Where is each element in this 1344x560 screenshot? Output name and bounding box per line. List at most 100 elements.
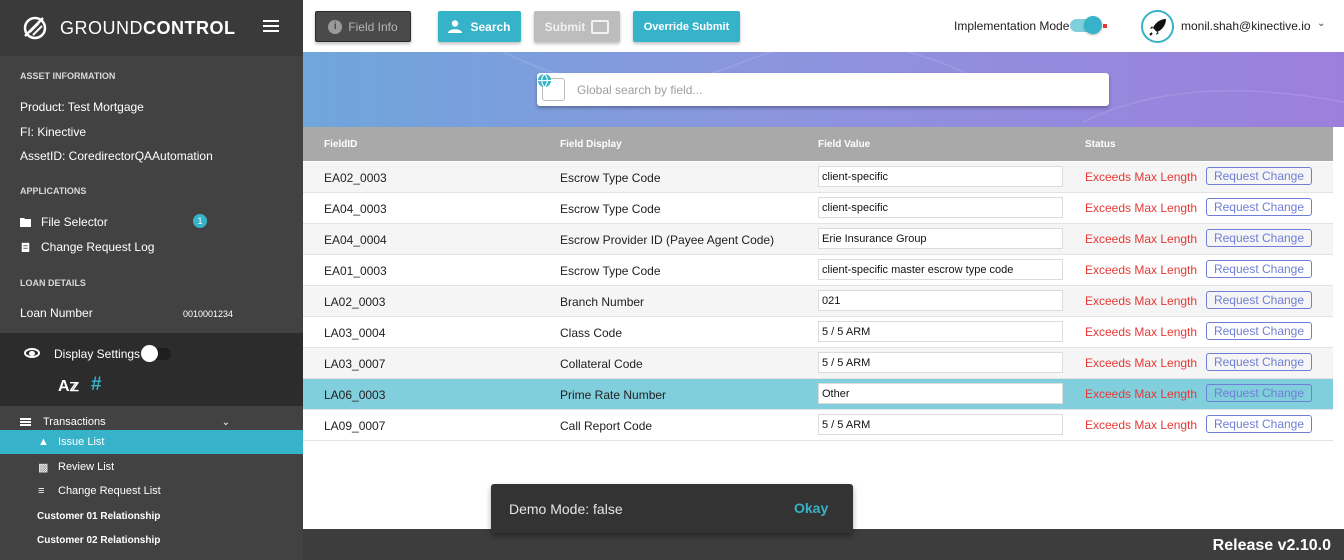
- global-search-input[interactable]: [577, 82, 1077, 97]
- status-text: Exceeds Max Length: [1085, 387, 1198, 401]
- sidebar-item-label: Issue List: [58, 436, 105, 448]
- table-row[interactable]: EA01_0003 Escrow Type Code client-specif…: [303, 255, 1333, 286]
- request-change-button[interactable]: Request Change: [1206, 260, 1312, 278]
- submit-arrow-icon: [591, 19, 610, 34]
- sidebar-item-file-selector[interactable]: File Selector: [20, 215, 108, 229]
- field-id: LA09_0007: [324, 419, 386, 433]
- table-row[interactable]: LA02_0003 Branch Number 021 Exceeds Max …: [303, 286, 1333, 317]
- field-value-input[interactable]: client-specific: [818, 197, 1063, 218]
- status-text: Exceeds Max Length: [1085, 325, 1198, 339]
- hash-icon[interactable]: #: [91, 374, 102, 396]
- loan-number-value: 0010001234: [183, 309, 234, 319]
- transactions-header[interactable]: Transactions ⌄: [20, 416, 230, 428]
- field-value-input[interactable]: 021: [818, 290, 1063, 311]
- field-id: EA04_0003: [324, 202, 387, 216]
- column-header: Field Display: [560, 139, 622, 150]
- global-search-box[interactable]: [537, 73, 1109, 106]
- field-display: Class Code: [560, 326, 623, 340]
- override-submit-label: Override Submit: [643, 20, 730, 33]
- request-change-button[interactable]: Request Change: [1206, 229, 1312, 247]
- user-email[interactable]: monil.shah@kinective.io: [1181, 19, 1311, 33]
- search-button[interactable]: Search: [438, 11, 521, 42]
- implementation-mode-toggle[interactable]: [1070, 16, 1107, 34]
- sort-az-icon[interactable]: A𝕫: [58, 376, 79, 396]
- loan-number-label: Loan Number: [20, 306, 93, 320]
- user-icon: [448, 20, 463, 33]
- snackbar-okay-button[interactable]: Okay: [794, 500, 828, 516]
- field-value-input[interactable]: client-specific: [818, 166, 1063, 187]
- request-change-button[interactable]: Request Change: [1206, 384, 1312, 402]
- table-row[interactable]: EA04_0004 Escrow Provider ID (Payee Agen…: [303, 224, 1333, 255]
- status-text: Exceeds Max Length: [1085, 201, 1198, 215]
- field-display: Escrow Type Code: [560, 264, 661, 278]
- request-change-button[interactable]: Request Change: [1206, 198, 1312, 216]
- request-change-button[interactable]: Request Change: [1206, 167, 1312, 185]
- sidebar-item-issue-list[interactable]: ▲ Issue List: [0, 430, 303, 454]
- field-value-input[interactable]: client-specific master escrow type code: [818, 259, 1063, 280]
- search-band: [303, 52, 1344, 127]
- submit-label: Submit: [544, 19, 586, 34]
- request-change-button[interactable]: Request Change: [1206, 353, 1312, 371]
- transactions-label: Transactions: [43, 416, 106, 428]
- search-label: Search: [470, 19, 511, 34]
- column-header: Status: [1085, 139, 1116, 150]
- table-row[interactable]: EA02_0003 Escrow Type Code client-specif…: [303, 162, 1333, 193]
- sidebar-item-customer-01[interactable]: Customer 01 Relationship: [0, 504, 303, 528]
- top-toolbar: i Field Info Search Submit Override Subm…: [303, 0, 1344, 52]
- brand-header: GROUNDCONTROL: [0, 0, 303, 56]
- submit-button[interactable]: Submit: [534, 11, 620, 42]
- field-id: EA02_0003: [324, 171, 387, 185]
- field-value-input[interactable]: 5 / 5 ARM: [818, 321, 1063, 342]
- table-row[interactable]: EA04_0003 Escrow Type Code client-specif…: [303, 193, 1333, 224]
- field-display: Prime Rate Number: [560, 388, 667, 402]
- review-icon: ▩: [38, 461, 49, 474]
- display-settings-toggle[interactable]: [141, 345, 171, 362]
- rocket-avatar-icon[interactable]: [1141, 10, 1174, 43]
- asset-id: AssetID: CoredirectorQAAutomation: [20, 149, 213, 163]
- field-id: LA03_0004: [324, 326, 386, 340]
- chevron-down-icon[interactable]: ⌄: [1317, 18, 1325, 29]
- field-display: Escrow Type Code: [560, 171, 661, 185]
- request-change-button[interactable]: Request Change: [1206, 322, 1312, 340]
- sidebar-item-change-request-log[interactable]: Change Request Log: [20, 240, 154, 254]
- implementation-mode-label: Implementation Mode: [954, 19, 1070, 33]
- warning-icon: ▲: [38, 436, 49, 448]
- toggle-knob: [141, 345, 158, 362]
- release-version: Release v2.10.0: [1212, 537, 1331, 554]
- sidebar-item-customer-02[interactable]: Customer 02 Relationship: [0, 528, 303, 552]
- folder-icon: [20, 218, 31, 227]
- field-value-input[interactable]: 5 / 5 ARM: [818, 414, 1063, 435]
- field-display: Collateral Code: [560, 357, 643, 371]
- applications-title: APPLICATIONS: [20, 186, 87, 196]
- field-id: LA06_0003: [324, 388, 386, 402]
- override-submit-button[interactable]: Override Submit: [633, 11, 740, 42]
- chevron-down-icon: ⌄: [221, 417, 230, 428]
- snackbar: Demo Mode: false Okay: [491, 484, 853, 533]
- request-change-button[interactable]: Request Change: [1206, 291, 1312, 309]
- snackbar-message: Demo Mode: false: [509, 501, 623, 517]
- table-row-selected[interactable]: LA06_0003 Prime Rate Number Other Exceed…: [303, 379, 1333, 410]
- change-list-icon: ≡: [38, 485, 45, 497]
- clipboard-icon: [21, 242, 30, 252]
- sidebar-item-review-list[interactable]: ▩ Review List: [0, 455, 303, 479]
- field-display: Branch Number: [560, 295, 645, 309]
- field-value-input[interactable]: Erie Insurance Group: [818, 228, 1063, 249]
- sidebar-item-label: Change Request List: [58, 485, 161, 497]
- status-text: Exceeds Max Length: [1085, 232, 1198, 246]
- field-info-button[interactable]: i Field Info: [315, 11, 411, 42]
- globe-icon[interactable]: [537, 73, 565, 101]
- field-info-label: Field Info: [348, 19, 398, 34]
- display-settings-label: Display Settings: [54, 347, 141, 361]
- sidebar-item-change-request-list[interactable]: ≡ Change Request List: [0, 479, 303, 503]
- table-row[interactable]: LA09_0007 Call Report Code 5 / 5 ARM Exc…: [303, 410, 1333, 441]
- column-header: FieldID: [324, 139, 358, 150]
- request-change-button[interactable]: Request Change: [1206, 415, 1312, 433]
- menu-toggle-icon[interactable]: [263, 20, 279, 32]
- field-value-input[interactable]: Other: [818, 383, 1063, 404]
- field-id: LA02_0003: [324, 295, 386, 309]
- field-value-input[interactable]: 5 / 5 ARM: [818, 352, 1063, 373]
- column-header: Field Value: [818, 139, 871, 150]
- table-row[interactable]: LA03_0007 Collateral Code 5 / 5 ARM Exce…: [303, 348, 1333, 379]
- table-header: FieldID Field Display Field Value Status: [303, 127, 1333, 161]
- table-row[interactable]: LA03_0004 Class Code 5 / 5 ARM Exceeds M…: [303, 317, 1333, 348]
